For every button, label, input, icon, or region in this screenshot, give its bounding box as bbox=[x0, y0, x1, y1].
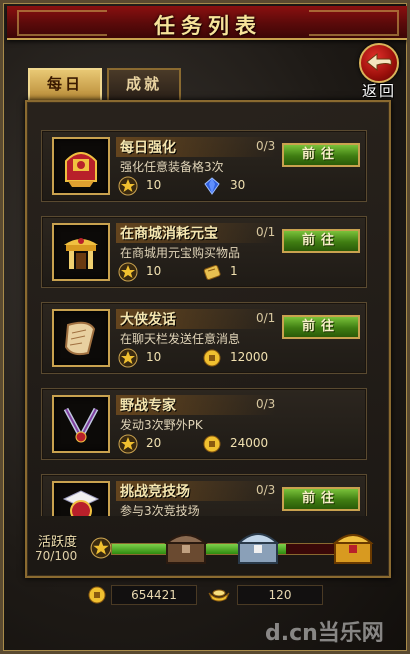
quest-title: 野战专家 bbox=[120, 398, 176, 414]
activity-label: 活跃度 bbox=[38, 535, 78, 550]
quest-progress: 0/3 bbox=[256, 397, 276, 411]
quest-title: 大侠发话 bbox=[120, 312, 176, 328]
go-button[interactable]: 前往 bbox=[282, 229, 360, 253]
scroll-icon bbox=[52, 309, 110, 367]
quest-description: 发动3次野外PK bbox=[120, 418, 203, 432]
gold-coin-icon bbox=[203, 349, 221, 367]
quest-item: 挑战竞技场 0/3 参与3次竞技场 前往 bbox=[41, 474, 367, 516]
watermark: d.cn当乐网 bbox=[265, 621, 384, 646]
quest-item: 野战专家 0/3 发动3次野外PK 20 24000 bbox=[41, 388, 367, 460]
tab-daily[interactable]: 每日 bbox=[28, 68, 102, 100]
tab-achievements[interactable]: 成就 bbox=[107, 68, 181, 100]
reward-value: 10 bbox=[146, 264, 162, 278]
shop-gate-icon bbox=[52, 223, 110, 281]
reward-value: 12000 bbox=[230, 350, 269, 364]
bronze-chest-icon[interactable] bbox=[163, 527, 209, 565]
quest-progress: 0/1 bbox=[256, 225, 276, 239]
quest-description: 在聊天栏发送任意消息 bbox=[120, 332, 241, 346]
quest-item: 在商城消耗元宝 0/1 在商城用元宝购买物品 10 1 前往 bbox=[41, 216, 367, 288]
silver-chest-icon[interactable] bbox=[235, 525, 281, 565]
star-icon bbox=[118, 434, 138, 454]
gold-coin-icon bbox=[203, 435, 221, 453]
scroll-ticket-icon bbox=[203, 264, 221, 280]
quest-title: 在商城消耗元宝 bbox=[120, 226, 218, 242]
gold-coin-icon bbox=[88, 586, 106, 604]
gold-amount: 654421 bbox=[111, 585, 197, 605]
quest-description: 在商城用元宝购买物品 bbox=[120, 246, 241, 260]
activity-count: 70/100 bbox=[35, 549, 78, 563]
quest-title: 挑战竞技场 bbox=[120, 484, 190, 500]
quest-panel: 每日强化 0/3 强化任意装备格3次 10 30 前往 在商城消耗元宝 0/1 … bbox=[25, 100, 391, 578]
quest-list[interactable]: 每日强化 0/3 强化任意装备格3次 10 30 前往 在商城消耗元宝 0/1 … bbox=[37, 116, 383, 516]
crossed-swords-icon bbox=[52, 395, 110, 453]
star-icon bbox=[118, 262, 138, 282]
ingot-icon bbox=[208, 589, 230, 602]
go-button[interactable]: 前往 bbox=[282, 315, 360, 339]
ingot-amount: 120 bbox=[237, 585, 323, 605]
reward-value: 1 bbox=[230, 264, 238, 278]
go-button[interactable]: 前往 bbox=[282, 143, 360, 167]
star-icon bbox=[118, 176, 138, 196]
back-arrow-icon bbox=[366, 52, 392, 72]
back-label: 返回 bbox=[361, 82, 396, 100]
quest-progress: 0/3 bbox=[256, 483, 276, 497]
star-icon bbox=[118, 348, 138, 368]
reward-value: 10 bbox=[146, 178, 162, 192]
armor-helmet-icon bbox=[52, 137, 110, 195]
page-title: 任务列表 bbox=[154, 13, 262, 38]
game-window: 任务列表 返回 每日 成就 每日强化 0/3 强化任意装备格3次 10 30 前… bbox=[0, 0, 410, 654]
go-button[interactable]: 前往 bbox=[282, 487, 360, 511]
quest-progress: 0/1 bbox=[256, 311, 276, 325]
quest-title: 每日强化 bbox=[120, 140, 176, 156]
quest-item: 大侠发话 0/1 在聊天栏发送任意消息 10 12000 前往 bbox=[41, 302, 367, 374]
quest-description: 强化任意装备格3次 bbox=[120, 160, 224, 174]
quest-description: 参与3次竞技场 bbox=[120, 504, 200, 516]
back-button[interactable]: 返回 bbox=[353, 43, 405, 100]
title-banner: 任务列表 bbox=[7, 6, 407, 40]
arena-badge-icon bbox=[52, 481, 110, 516]
quest-progress: 0/3 bbox=[256, 139, 276, 153]
reward-value: 30 bbox=[230, 178, 246, 192]
quest-item: 每日强化 0/3 强化任意装备格3次 10 30 前往 bbox=[41, 130, 367, 202]
star-icon bbox=[90, 537, 112, 559]
reward-value: 24000 bbox=[230, 436, 269, 450]
gold-chest-icon[interactable] bbox=[331, 527, 375, 565]
reward-value: 20 bbox=[146, 436, 162, 450]
reward-value: 10 bbox=[146, 350, 162, 364]
sapphire-icon bbox=[204, 177, 220, 195]
